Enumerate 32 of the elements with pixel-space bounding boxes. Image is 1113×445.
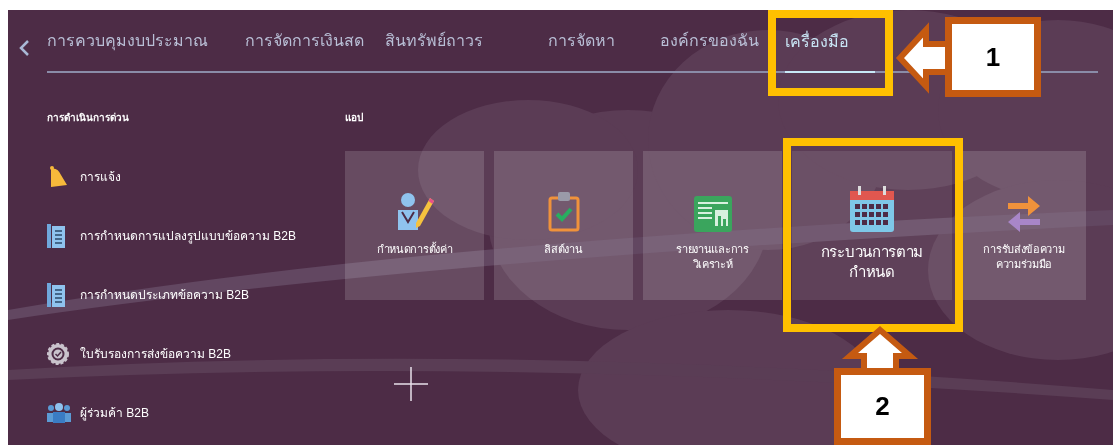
app-tile[interactable]: การรับส่งข้อความ ความร่วมมือ <box>962 151 1086 300</box>
callout-label: 1 <box>945 17 1041 97</box>
quick-action-link[interactable]: ใบรับรองการส่งข้อความ B2B <box>80 345 231 363</box>
quick-action-link[interactable]: การกำหนดประเภทข้อความ B2B <box>80 286 249 304</box>
tab[interactable]: องค์กรของฉัน <box>660 23 785 71</box>
app-tile[interactable]: ลิสต์งาน <box>494 151 633 300</box>
section-heading: แอป <box>345 111 364 125</box>
tab[interactable]: การควบคุมงบประมาณ <box>47 23 245 71</box>
report-icon <box>693 196 732 232</box>
calendar-icon <box>850 186 894 232</box>
exchange-arrows-icon <box>1008 196 1040 232</box>
section-heading: การดำเนินการด่วน <box>47 111 130 125</box>
document-icon <box>47 283 65 307</box>
people-icon <box>47 403 71 423</box>
add-icon[interactable] <box>394 367 428 401</box>
quick-action-link[interactable]: ผู้ร่วมค้า B2B <box>80 404 149 422</box>
tab[interactable]: การจัดการเงินสด <box>245 23 385 71</box>
back-icon[interactable] <box>18 39 30 57</box>
callout-label: 2 <box>834 368 931 445</box>
clipboard-icon <box>547 192 580 232</box>
app-tile[interactable]: กำหนดการตั้งค่า <box>345 151 484 300</box>
bell-icon <box>47 165 69 189</box>
tab[interactable]: การจัดหา <box>548 23 660 71</box>
tab[interactable]: เครื่องมือ <box>785 25 875 73</box>
app-tile[interactable]: กระบวนการตาม กำหนด <box>792 151 952 300</box>
gear-icon <box>47 343 69 365</box>
tab[interactable]: สินทรัพย์ถาวร <box>385 23 548 71</box>
app-tile[interactable]: รายงานและการ วิเคราะห์ <box>643 151 782 300</box>
quick-action-link[interactable]: การกำหนดการแปลงรูปแบบข้อความ B2B <box>80 227 296 245</box>
person-pencil-icon <box>395 192 434 232</box>
quick-action-link[interactable]: การแจ้ง <box>80 168 121 186</box>
document-icon <box>47 224 65 248</box>
